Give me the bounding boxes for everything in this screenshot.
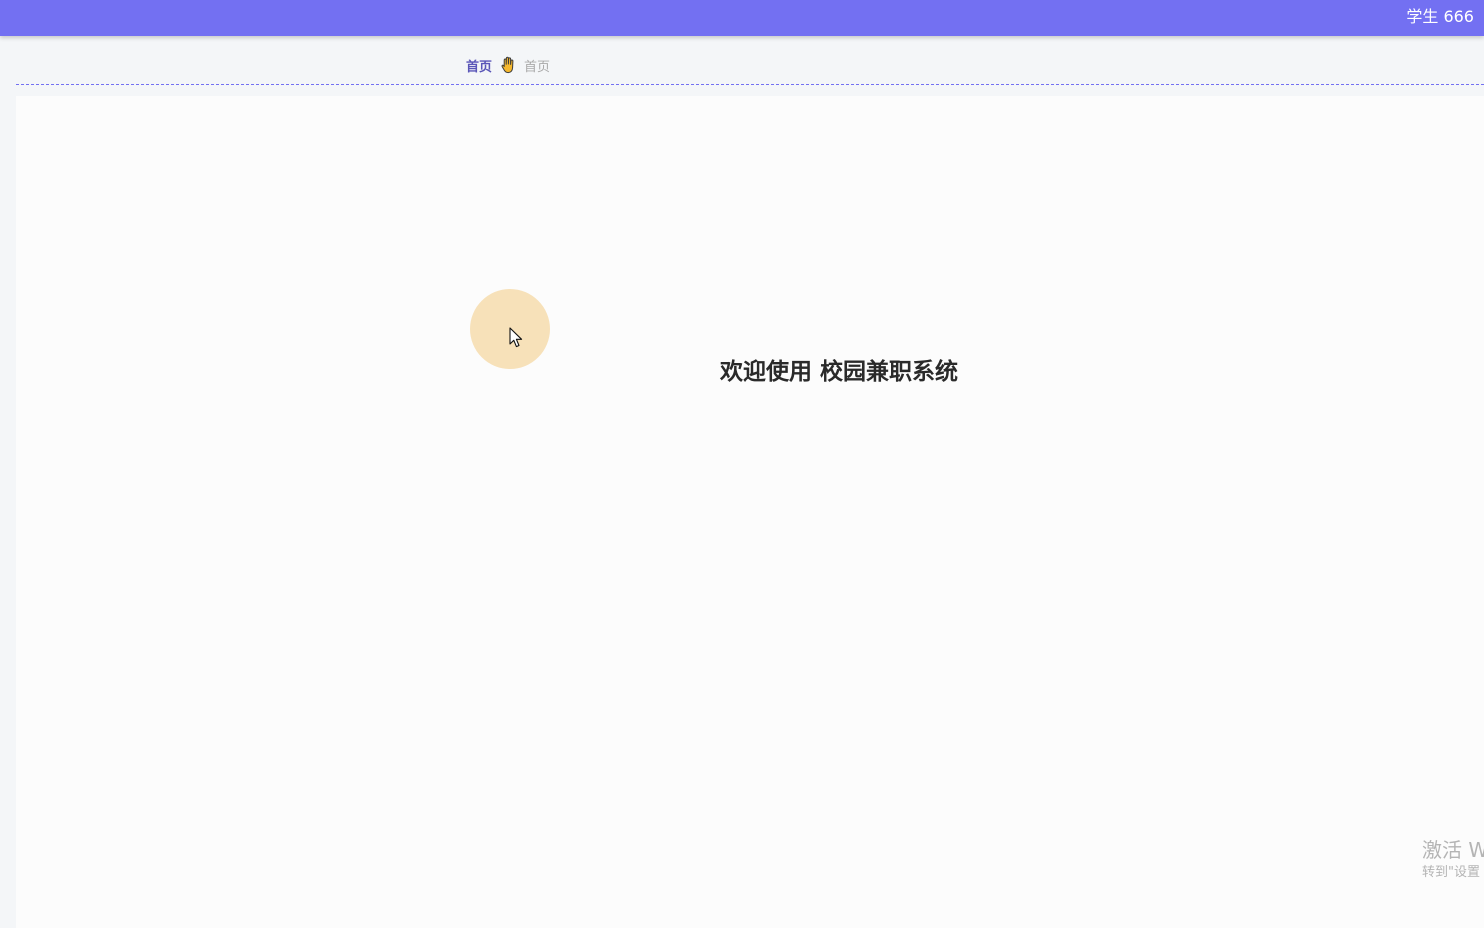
welcome-heading: 欢迎使用 校园兼职系统 [720,359,959,385]
activation-watermark: 激活 W 转到"设置 [1422,836,1484,882]
mouse-cursor-icon [509,327,523,348]
breadcrumb-home-link[interactable]: 首页 [466,56,492,75]
breadcrumb-current-page: 首页 [524,59,551,75]
top-header-bar: 学生 666 [0,0,1484,36]
watermark-title: 激活 W [1422,838,1484,862]
breadcrumb: 首页 首页 [466,55,550,75]
watermark-subtitle: 转到"设置 [1422,865,1480,880]
hand-icon [501,56,515,74]
main-content-panel [16,96,1484,928]
user-name-label[interactable]: 学生 666 [1406,0,1474,33]
header-divider [16,84,1484,85]
